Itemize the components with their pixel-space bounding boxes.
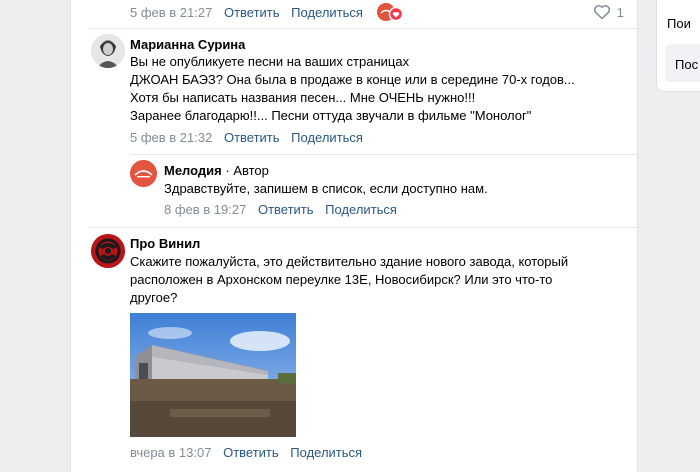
reply-text: Здравствуйте, запишем в список, если дос… bbox=[164, 181, 488, 196]
reply-author: Мелодия · Автор bbox=[164, 163, 269, 178]
avatar[interactable] bbox=[91, 234, 125, 268]
reaction-icon[interactable] bbox=[377, 2, 404, 22]
divider bbox=[89, 28, 637, 29]
comment-text: Скажите пожалуйста, это действительно зд… bbox=[130, 253, 568, 307]
like-button[interactable]: 1 bbox=[593, 4, 624, 23]
divider bbox=[130, 154, 637, 155]
comment-line: ДЖОАН БАЭЗ? Она была в продаже в конце и… bbox=[130, 72, 575, 87]
author-badge: · Автор bbox=[225, 163, 269, 178]
comment-author[interactable]: Марианна Сурина bbox=[130, 37, 245, 52]
comment-author[interactable]: Про Винил bbox=[130, 236, 200, 251]
comment-date[interactable]: 8 фев в 19:27 bbox=[164, 202, 246, 217]
comment-date[interactable]: 5 фев в 21:32 bbox=[130, 130, 212, 145]
comment-line: Скажите пожалуйста, это действительно зд… bbox=[130, 254, 569, 269]
comment-meta: 5 фев в 21:32 Ответить Поделиться bbox=[130, 130, 363, 145]
share-link[interactable]: Поделиться bbox=[291, 130, 363, 145]
comments-card: 5 фев в 21:27 Ответить Поделиться 1 Мари… bbox=[70, 0, 638, 472]
share-link[interactable]: Поделиться bbox=[325, 202, 397, 217]
author-name[interactable]: Мелодия bbox=[164, 163, 222, 178]
reply-link[interactable]: Ответить bbox=[224, 5, 280, 20]
reply-link[interactable]: Ответить bbox=[258, 202, 314, 217]
divider bbox=[89, 227, 637, 228]
heart-icon bbox=[593, 4, 611, 23]
right-menu: Пои Пос bbox=[656, 0, 700, 92]
right-menu-item[interactable]: Пои bbox=[667, 16, 691, 31]
share-link[interactable]: Поделиться bbox=[291, 5, 363, 20]
comment-line: Заранее благодарю!!... Песни оттуда звуч… bbox=[130, 108, 532, 123]
avatar[interactable] bbox=[130, 160, 157, 187]
comment-line: расположен в Архонском переулке 13Е, Нов… bbox=[130, 272, 553, 287]
right-menu-item-selected[interactable]: Пос bbox=[665, 44, 700, 82]
comment-date[interactable]: вчера в 13:07 bbox=[130, 445, 211, 460]
comment-line: Вы не опубликуете песни на ваших страниц… bbox=[130, 54, 410, 69]
comment-meta: 5 фев в 21:27 Ответить Поделиться bbox=[130, 5, 363, 20]
comment-line: Хотя бы написать названия песен... Мне О… bbox=[130, 90, 476, 105]
avatar[interactable] bbox=[91, 34, 125, 68]
like-count: 1 bbox=[616, 5, 624, 20]
reply-link[interactable]: Ответить bbox=[223, 445, 279, 460]
comment-text: Вы не опубликуете песни на ваших страниц… bbox=[130, 53, 575, 125]
reply-link[interactable]: Ответить bbox=[224, 130, 280, 145]
comment-meta: вчера в 13:07 Ответить Поделиться bbox=[130, 445, 362, 460]
comment-date[interactable]: 5 фев в 21:27 bbox=[130, 5, 212, 20]
comment-line: другое? bbox=[130, 290, 178, 305]
attached-photo[interactable] bbox=[130, 313, 296, 437]
share-link[interactable]: Поделиться bbox=[290, 445, 362, 460]
comment-meta: 8 фев в 19:27 Ответить Поделиться bbox=[164, 202, 397, 217]
